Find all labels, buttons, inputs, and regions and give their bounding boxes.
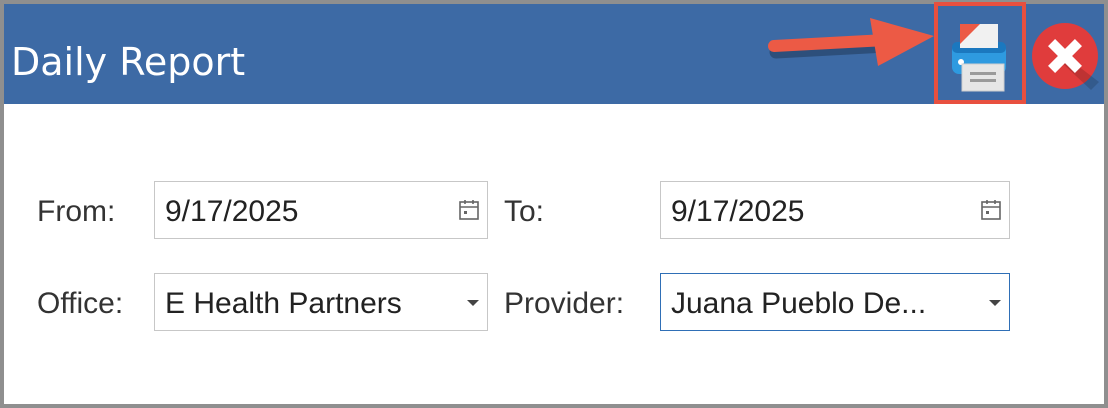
to-label: To: [504,195,545,228]
from-date-input[interactable]: 9/17/2025 [154,181,488,239]
print-button[interactable] [934,2,1026,104]
to-date-input[interactable]: 9/17/2025 [660,181,1010,239]
calendar-icon[interactable] [979,198,1003,222]
annotation-arrow [768,18,934,66]
chevron-down-icon[interactable] [467,300,479,306]
calendar-icon[interactable] [457,198,481,222]
close-icon [1032,23,1099,90]
office-label: Office: [37,287,124,320]
to-date-value: 9/17/2025 [671,195,805,228]
provider-select[interactable]: Juana Pueblo De... [660,273,1010,331]
title-bar: Daily Report [4,2,1104,104]
office-value: E Health Partners [165,287,402,320]
office-select[interactable]: E Health Partners [154,273,488,331]
print-icon [952,24,1006,92]
from-label: From: [37,195,116,228]
chevron-down-icon[interactable] [989,300,1001,306]
from-date-value: 9/17/2025 [165,195,299,228]
window-title: Daily Report [11,40,246,84]
daily-report-window: Daily Report From: 9/17/2025 To: 9/17/20… [0,0,1108,408]
close-button[interactable] [1031,22,1099,90]
provider-value: Juana Pueblo De... [671,287,927,320]
provider-label: Provider: [504,287,625,320]
